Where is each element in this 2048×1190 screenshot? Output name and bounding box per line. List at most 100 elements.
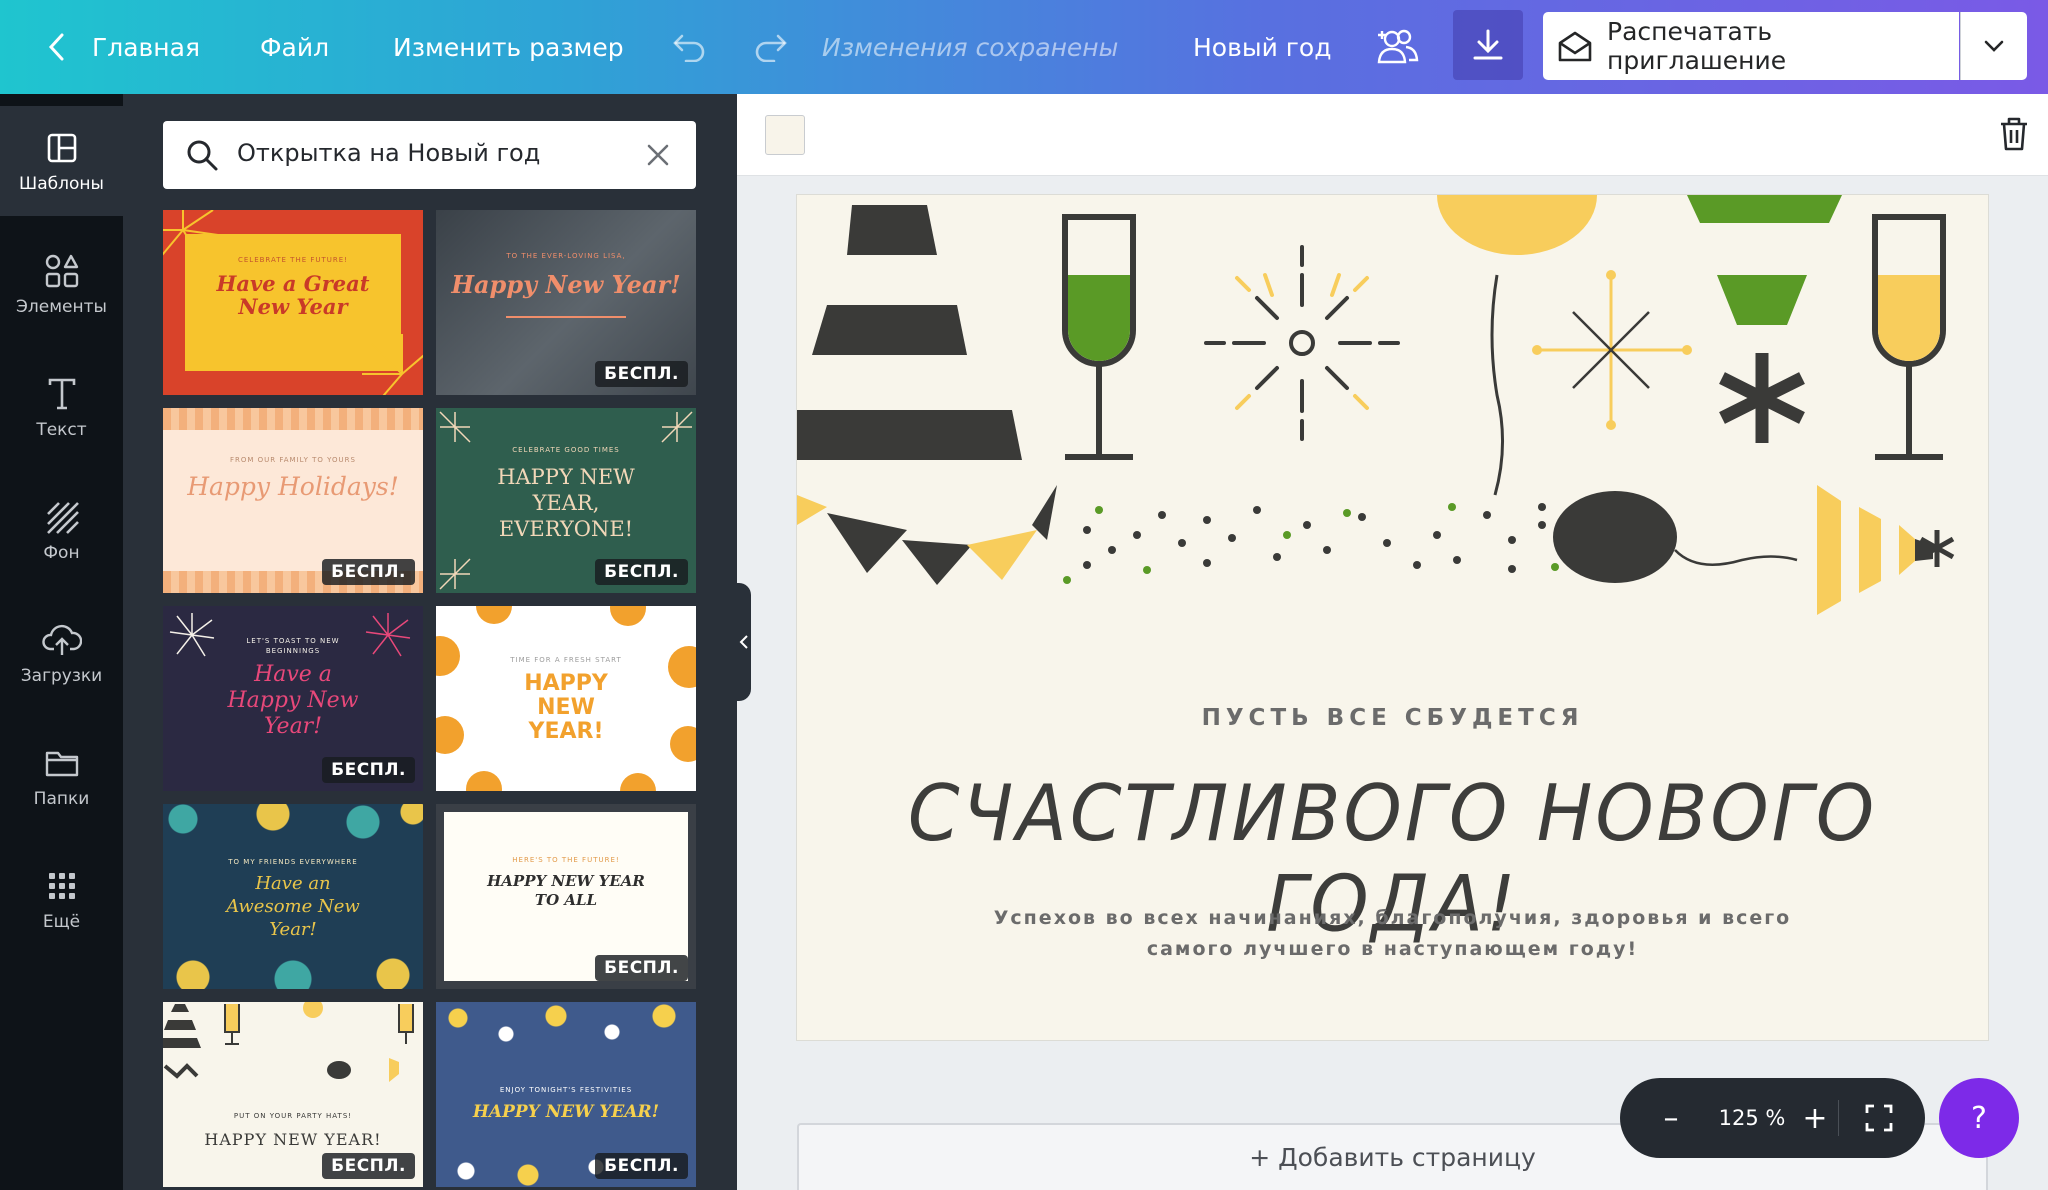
file-menu[interactable]: Файл (260, 0, 329, 94)
template-title: Happy New Year! (451, 270, 681, 299)
save-status: Изменения сохранены (822, 32, 1119, 62)
party-decoration (163, 1002, 414, 1082)
rail-elements[interactable]: Элементы (0, 229, 123, 339)
editor-toolbar (737, 94, 2048, 176)
search-input[interactable] (237, 139, 637, 167)
rail-text-label: Текст (36, 420, 87, 440)
free-badge: БЕСПЛ. (322, 1153, 415, 1179)
print-invitation-button[interactable]: Распечатать приглашение (1543, 12, 1959, 80)
share-people-icon[interactable] (1374, 24, 1422, 70)
template-title: HAPPY NEW YEAR! (204, 1130, 382, 1149)
template-title: Have a Great New Year (216, 271, 370, 319)
rail-text[interactable]: Текст (0, 352, 123, 462)
print-envelope-icon (1557, 31, 1593, 69)
undo-icon[interactable] (670, 28, 710, 66)
template-thumbnail[interactable]: TO MY FRIENDS EVERYWHERE Have an Awesome… (163, 804, 423, 989)
star-corner-decoration (661, 411, 693, 443)
card-subtitle[interactable]: ПУСТЬ ВСЕ СБУДЕТСЯ (797, 705, 1988, 731)
download-button[interactable] (1453, 10, 1523, 80)
template-thumbnail[interactable]: CELEBRATE THE FUTURE! Have a Great New Y… (163, 210, 423, 395)
free-badge: БЕСПЛ. (322, 559, 415, 585)
rail-templates-label: Шаблоны (19, 174, 104, 194)
firework-decoration (163, 210, 219, 263)
firework-decoration (362, 334, 423, 395)
template-tagline: HERE'S TO THE FUTURE! (512, 856, 620, 864)
zoom-level[interactable]: 125 % (1702, 1078, 1802, 1158)
template-title: Have a Happy New Year! (227, 662, 359, 739)
rail-more[interactable]: Ещё (0, 844, 123, 954)
fullscreen-icon[interactable] (1854, 1078, 1904, 1158)
rail-elements-label: Элементы (16, 297, 107, 317)
template-tagline: ENJOY TONIGHT'S FESTIVITIES (499, 1086, 633, 1094)
template-tagline: TIME FOR A FRESH START (510, 656, 622, 664)
download-icon (1473, 29, 1503, 60)
print-options-dropdown[interactable] (1960, 12, 2027, 80)
free-badge: БЕСПЛ. (595, 559, 688, 585)
template-thumbnail[interactable]: TIME FOR A FRESH START HAPPY NEW YEAR! (436, 606, 696, 791)
top-bar: Главная Файл Изменить размер Изменения с… (0, 0, 2048, 94)
template-thumbnail[interactable]: LET'S TOAST TO NEW BEGINNINGS Have a Hap… (163, 606, 423, 791)
search-box[interactable] (163, 121, 696, 189)
template-tagline: TO MY FRIENDS EVERYWHERE (228, 858, 358, 866)
template-thumbnail[interactable]: PUT ON YOUR PARTY HATS! HAPPY NEW YEAR! … (163, 1002, 423, 1187)
template-title: Happy Holidays! (187, 472, 399, 501)
star-corner-decoration (439, 558, 471, 590)
template-thumbnail[interactable]: CELEBRATE GOOD TIMES HAPPY NEW YEAR, EVE… (436, 408, 696, 593)
collapse-panel-handle[interactable] (737, 583, 751, 701)
free-badge: БЕСПЛ. (595, 955, 688, 981)
free-badge: БЕСПЛ. (595, 361, 688, 387)
background-icon (45, 497, 79, 537)
templates-icon (46, 128, 78, 168)
zoom-in-button[interactable]: + (1790, 1078, 1840, 1158)
clear-search-icon[interactable] (646, 143, 670, 171)
star-corner-decoration (439, 411, 471, 443)
rail-background[interactable]: Фон (0, 475, 123, 585)
template-title: HAPPY NEW YEAR! (524, 671, 608, 744)
party-illustrations (797, 195, 1955, 615)
template-title: HAPPY NEW YEAR! (472, 1102, 660, 1122)
rail-uploads[interactable]: Загрузки (0, 598, 123, 708)
free-badge: БЕСПЛ. (322, 757, 415, 783)
card-body-text[interactable]: Успехов во всех начинаниях, благополучия… (977, 903, 1808, 965)
upload-icon (41, 620, 82, 660)
template-title: HAPPY NEW YEAR, EVERYONE! (497, 465, 635, 541)
trash-icon[interactable] (1998, 116, 2030, 156)
template-tagline: LET'S TOAST TO NEW BEGINNINGS (246, 637, 340, 655)
rail-folders[interactable]: Папки (0, 721, 123, 831)
design-title[interactable]: Новый год (1193, 0, 1331, 94)
left-rail: Шаблоны Элементы Текст Фон Загрузки Папк… (0, 94, 123, 1190)
zoom-controls: – 125 % + (1620, 1078, 1925, 1158)
template-thumbnail[interactable]: TO THE EVER-LOVING LISA, Happy New Year!… (436, 210, 696, 395)
rail-more-label: Ещё (42, 912, 81, 932)
background-color-swatch[interactable] (765, 115, 805, 155)
home-link[interactable]: Главная (92, 0, 200, 94)
design-page[interactable]: ПУСТЬ ВСЕ СБУДЕТСЯ СЧАСТЛИВОГО НОВОГО ГО… (797, 195, 1988, 1040)
chevron-left-icon (739, 635, 748, 649)
template-tagline: PUT ON YOUR PARTY HATS! (233, 1112, 353, 1120)
rail-templates[interactable]: Шаблоны (0, 106, 123, 216)
template-tagline: TO THE EVER-LOVING LISA, (506, 252, 626, 260)
template-tagline: CELEBRATE GOOD TIMES (512, 446, 620, 454)
help-button[interactable]: ? (1939, 1078, 2019, 1158)
redo-icon[interactable] (750, 28, 790, 66)
template-thumbnail[interactable]: FROM OUR FAMILY TO YOURS Happy Holidays!… (163, 408, 423, 593)
rail-folders-label: Папки (33, 789, 90, 809)
rail-background-label: Фон (43, 543, 80, 563)
template-title: Have an Awesome New Year! (226, 873, 360, 940)
folder-icon (44, 743, 80, 783)
chevron-down-icon (1984, 40, 2004, 52)
templates-panel: CELEBRATE THE FUTURE! Have a Great New Y… (123, 94, 737, 1190)
template-tagline: FROM OUR FAMILY TO YOURS (230, 456, 356, 464)
template-thumbnail[interactable]: ENJOY TONIGHT'S FESTIVITIES HAPPY NEW YE… (436, 1002, 696, 1187)
back-chevron-icon[interactable] (44, 30, 70, 64)
more-icon (47, 866, 77, 906)
free-badge: БЕСПЛ. (595, 1153, 688, 1179)
template-title: HAPPY NEW YEAR TO ALL (487, 872, 645, 909)
resize-button[interactable]: Изменить размер (393, 0, 624, 94)
template-thumbnail[interactable]: HERE'S TO THE FUTURE! HAPPY NEW YEAR TO … (436, 804, 696, 989)
print-invitation-label: Распечатать приглашение (1607, 17, 1787, 75)
zoom-out-button[interactable]: – (1646, 1078, 1696, 1158)
text-icon (47, 374, 77, 414)
elements-icon (44, 251, 80, 291)
search-icon (185, 138, 219, 176)
